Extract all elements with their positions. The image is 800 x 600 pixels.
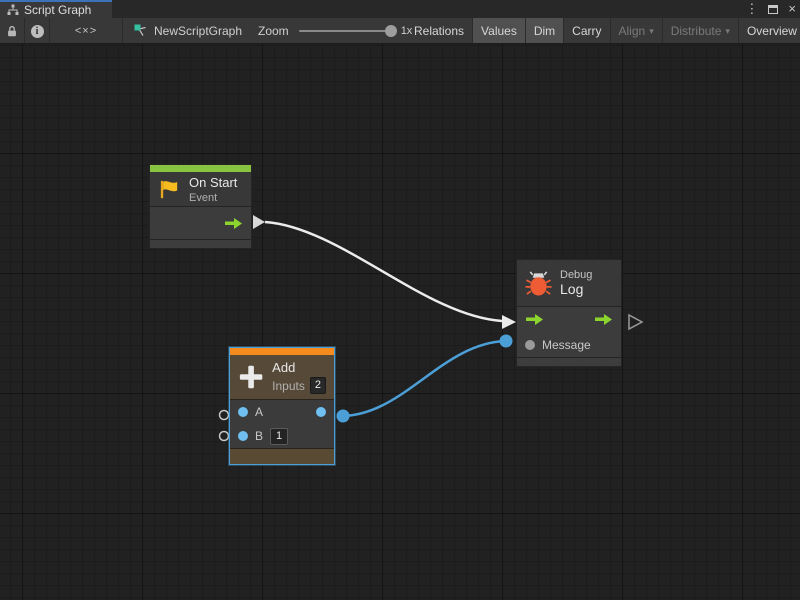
flow-output-port[interactable] <box>594 313 613 326</box>
flow-wire-onstart-to-log[interactable] <box>265 222 502 321</box>
node-footer <box>150 240 251 248</box>
dim-button[interactable]: Dim <box>526 18 564 44</box>
debug-log-header[interactable]: Debug Log <box>517 260 621 307</box>
overview-button[interactable]: Overview <box>739 18 800 44</box>
port-row-b: B 1 <box>230 424 334 448</box>
message-port-row: Message <box>517 332 621 357</box>
zoom-slider[interactable] <box>299 30 391 32</box>
log-output-connector-empty[interactable] <box>629 315 642 329</box>
port-label: Message <box>542 338 591 352</box>
zoom-label: Zoom <box>258 24 289 38</box>
align-dropdown[interactable]: Align▾ <box>611 18 663 44</box>
onstart-output-connector[interactable] <box>253 215 265 229</box>
chevron-down-icon: ▾ <box>649 26 654 37</box>
graph-canvas[interactable]: On Start Event Debug <box>0 44 800 600</box>
node-footer <box>517 357 621 366</box>
script-graph-window: Script Graph ⋮ × i <×> <box>0 0 800 600</box>
lock-button[interactable] <box>0 18 25 44</box>
close-icon[interactable]: × <box>788 0 796 18</box>
message-port[interactable] <box>525 340 535 350</box>
port-label: A <box>255 405 263 419</box>
graph-name: NewScriptGraph <box>154 24 242 38</box>
add-input-a-connector-empty[interactable] <box>220 411 229 420</box>
info-icon: i <box>31 25 44 38</box>
flow-input-port[interactable] <box>525 313 544 326</box>
code-icon: <×> <box>75 25 97 37</box>
flag-icon <box>158 178 181 201</box>
value-wire-add-to-message[interactable] <box>343 341 506 416</box>
log-input-arrowhead[interactable] <box>502 315 516 329</box>
node-footer <box>230 448 334 464</box>
bug-icon <box>525 270 552 297</box>
node-title: Add <box>272 360 326 375</box>
script-graph-asset-icon <box>134 24 148 38</box>
zoom-slider-handle[interactable] <box>385 25 397 37</box>
chevron-down-icon: ▾ <box>725 26 730 37</box>
relations-button[interactable]: Relations <box>406 18 473 44</box>
add-input-b-connector-empty[interactable] <box>220 432 229 441</box>
info-button[interactable]: i <box>25 18 50 44</box>
math-color-bar <box>230 348 334 355</box>
graph-hierarchy-icon <box>7 4 19 16</box>
graph-reference[interactable]: NewScriptGraph <box>134 18 242 44</box>
node-title: Log <box>560 281 592 297</box>
on-start-output-row <box>150 207 251 240</box>
node-title: On Start <box>189 175 237 190</box>
node-add[interactable]: Add Inputs 2 A B 1 <box>229 347 335 465</box>
values-button[interactable]: Values <box>473 18 526 44</box>
inputs-label: Inputs <box>272 379 305 393</box>
event-color-bar <box>150 165 251 172</box>
kebab-menu-icon[interactable]: ⋮ <box>745 0 758 18</box>
graph-toolbar: i <×> NewScriptGraph Zoom 1x Relations V… <box>0 18 800 44</box>
node-debug-log[interactable]: Debug Log Message <box>516 259 622 367</box>
inputs-count-badge: 2 <box>310 377 326 394</box>
port-b-value-field[interactable]: 1 <box>270 428 288 445</box>
plus-icon <box>238 363 264 391</box>
debug-flow-row <box>517 307 621 332</box>
code-preview-button[interactable]: <×> <box>50 18 123 44</box>
port-label: B <box>255 429 263 443</box>
input-port-b[interactable] <box>238 431 248 441</box>
distribute-dropdown[interactable]: Distribute▾ <box>663 18 739 44</box>
add-output-connector[interactable] <box>337 410 350 423</box>
maximize-icon[interactable] <box>768 5 778 14</box>
tab-strip: Script Graph ⋮ × <box>0 0 800 18</box>
node-on-start[interactable]: On Start Event <box>149 164 252 249</box>
toolbar-buttons: Relations Values Dim Carry Align▾ Distri… <box>406 18 800 44</box>
wire-layer <box>0 44 800 600</box>
tab-title: Script Graph <box>24 3 91 17</box>
carry-button[interactable]: Carry <box>564 18 610 44</box>
input-port-a[interactable] <box>238 407 248 417</box>
tab-script-graph[interactable]: Script Graph <box>0 0 112 18</box>
lock-icon <box>5 24 19 38</box>
flow-output-port[interactable] <box>224 217 243 230</box>
port-row-a: A <box>230 400 334 424</box>
add-header[interactable]: Add Inputs 2 <box>230 355 334 400</box>
message-input-connector[interactable] <box>500 335 513 348</box>
window-controls: ⋮ × <box>745 0 796 18</box>
node-subtitle: Event <box>189 192 237 204</box>
on-start-header[interactable]: On Start Event <box>150 172 251 207</box>
zoom-control: Zoom 1x <box>258 18 412 44</box>
sum-output-port[interactable] <box>316 407 326 417</box>
toolbar-left-group: i <×> <box>0 18 123 44</box>
node-category: Debug <box>560 269 592 281</box>
